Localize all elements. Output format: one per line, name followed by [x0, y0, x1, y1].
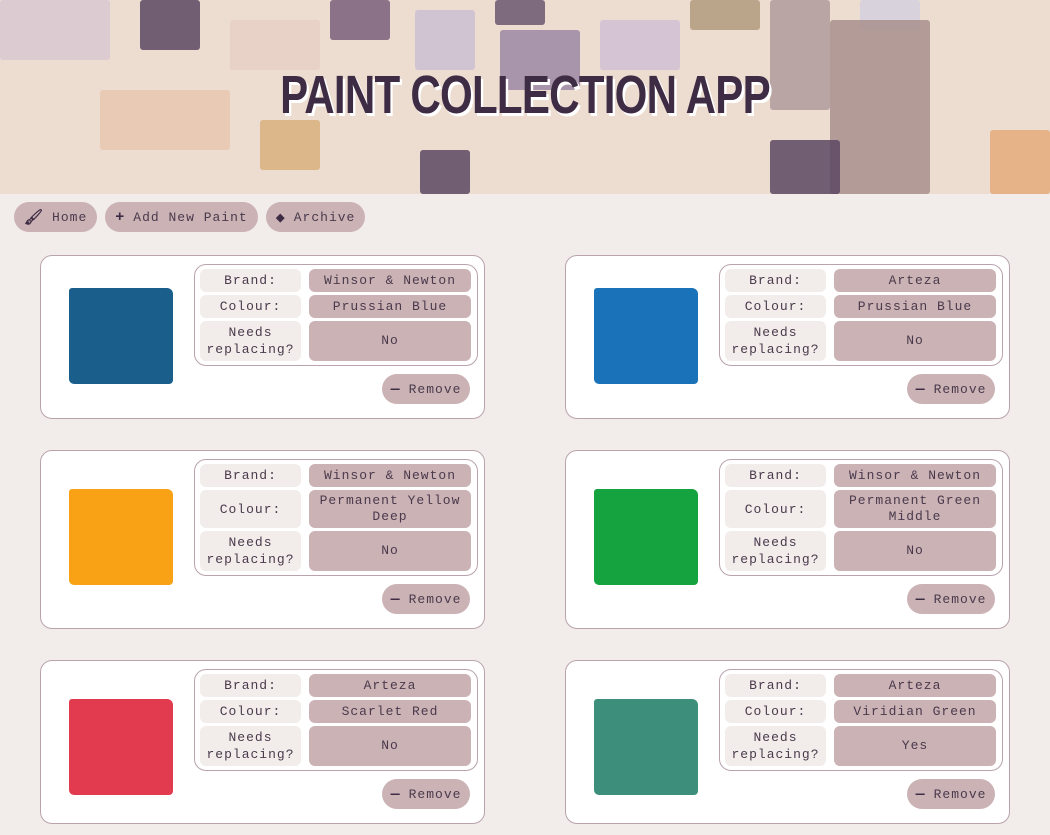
colour-value: Prussian Blue — [309, 295, 471, 318]
paint-details-table: Brand: Winsor & Newton Colour: Permanent… — [194, 459, 478, 576]
needs-replacing-label: Needs replacing? — [725, 531, 826, 571]
paint-swatch — [69, 489, 173, 585]
minus-icon: — — [915, 590, 926, 608]
paint-card: Brand: Arteza Colour: Scarlet Red Needs … — [40, 660, 485, 824]
colour-value: Viridian Green — [834, 700, 996, 723]
colour-label: Colour: — [200, 700, 301, 723]
brand-label: Brand: — [725, 674, 826, 697]
needs-replacing-value: Yes — [834, 726, 996, 766]
remove-label: Remove — [408, 381, 462, 397]
paint-details-table: Brand: Arteza Colour: Viridian Green Nee… — [719, 669, 1003, 771]
nav-label: Add New Paint — [133, 209, 248, 225]
minus-icon: — — [390, 590, 401, 608]
paint-details-table: Brand: Winsor & Newton Colour: Prussian … — [194, 264, 478, 366]
paint-swatch — [594, 699, 698, 795]
paint-details-table: Brand: Winsor & Newton Colour: Permanent… — [719, 459, 1003, 576]
paintbrush-icon: 🖌︎ — [24, 209, 45, 227]
nav-label: Archive — [293, 209, 356, 225]
remove-button[interactable]: — Remove — [382, 584, 470, 614]
plus-icon: + — [115, 208, 126, 226]
remove-label: Remove — [408, 591, 462, 607]
nav-add-paint-button[interactable]: + Add New Paint — [105, 202, 258, 232]
remove-button[interactable]: — Remove — [907, 584, 995, 614]
remove-label: Remove — [933, 786, 987, 802]
brand-label: Brand: — [200, 464, 301, 487]
brand-label: Brand: — [725, 269, 826, 292]
brand-value: Arteza — [834, 674, 996, 697]
minus-icon: — — [390, 380, 401, 398]
minus-icon: — — [915, 785, 926, 803]
colour-value: Permanent Yellow Deep — [309, 490, 471, 528]
remove-button[interactable]: — Remove — [382, 779, 470, 809]
needs-replacing-value: No — [834, 321, 996, 361]
brand-value: Winsor & Newton — [309, 464, 471, 487]
needs-replacing-value: No — [834, 531, 996, 571]
brand-value: Arteza — [309, 674, 471, 697]
paint-details-table: Brand: Arteza Colour: Scarlet Red Needs … — [194, 669, 478, 771]
remove-label: Remove — [933, 381, 987, 397]
brand-label: Brand: — [725, 464, 826, 487]
remove-button[interactable]: — Remove — [907, 374, 995, 404]
minus-icon: — — [915, 380, 926, 398]
eraser-icon: ◆ — [275, 209, 286, 227]
header-banner: Paint Collection App — [0, 0, 1050, 194]
paint-swatch — [69, 699, 173, 795]
remove-label: Remove — [933, 591, 987, 607]
colour-value: Prussian Blue — [834, 295, 996, 318]
nav-archive-button[interactable]: ◆ Archive — [265, 202, 366, 232]
needs-replacing-value: No — [309, 531, 471, 571]
paint-card: Brand: Winsor & Newton Colour: Prussian … — [40, 255, 485, 419]
brand-label: Brand: — [200, 674, 301, 697]
colour-value: Scarlet Red — [309, 700, 471, 723]
needs-replacing-label: Needs replacing? — [200, 321, 301, 361]
nav-home-button[interactable]: 🖌︎ Home — [14, 202, 98, 232]
needs-replacing-label: Needs replacing? — [725, 321, 826, 361]
brand-value: Winsor & Newton — [834, 464, 996, 487]
minus-icon: — — [390, 785, 401, 803]
colour-label: Colour: — [725, 490, 826, 528]
brand-value: Arteza — [834, 269, 996, 292]
colour-value: Permanent Green Middle — [834, 490, 996, 528]
paint-details-table: Brand: Arteza Colour: Prussian Blue Need… — [719, 264, 1003, 366]
paint-card: Brand: Winsor & Newton Colour: Permanent… — [565, 450, 1010, 629]
remove-button[interactable]: — Remove — [907, 779, 995, 809]
colour-label: Colour: — [200, 295, 301, 318]
brand-label: Brand: — [200, 269, 301, 292]
paint-swatch — [594, 288, 698, 384]
nav-label: Home — [52, 209, 88, 225]
remove-button[interactable]: — Remove — [382, 374, 470, 404]
remove-label: Remove — [408, 786, 462, 802]
needs-replacing-label: Needs replacing? — [200, 531, 301, 571]
page-title: Paint Collection App — [280, 65, 771, 125]
nav-bar: 🖌︎ Home + Add New Paint ◆ Archive — [0, 194, 1050, 232]
paint-swatch — [69, 288, 173, 384]
needs-replacing-label: Needs replacing? — [725, 726, 826, 766]
colour-label: Colour: — [200, 490, 301, 528]
needs-replacing-value: No — [309, 321, 471, 361]
paint-card: Brand: Arteza Colour: Viridian Green Nee… — [565, 660, 1010, 824]
needs-replacing-label: Needs replacing? — [200, 726, 301, 766]
paint-list: Brand: Winsor & Newton Colour: Prussian … — [0, 232, 1050, 824]
brand-value: Winsor & Newton — [309, 269, 471, 292]
needs-replacing-value: No — [309, 726, 471, 766]
paint-swatch — [594, 489, 698, 585]
paint-card: Brand: Arteza Colour: Prussian Blue Need… — [565, 255, 1010, 419]
colour-label: Colour: — [725, 295, 826, 318]
colour-label: Colour: — [725, 700, 826, 723]
paint-card: Brand: Winsor & Newton Colour: Permanent… — [40, 450, 485, 629]
